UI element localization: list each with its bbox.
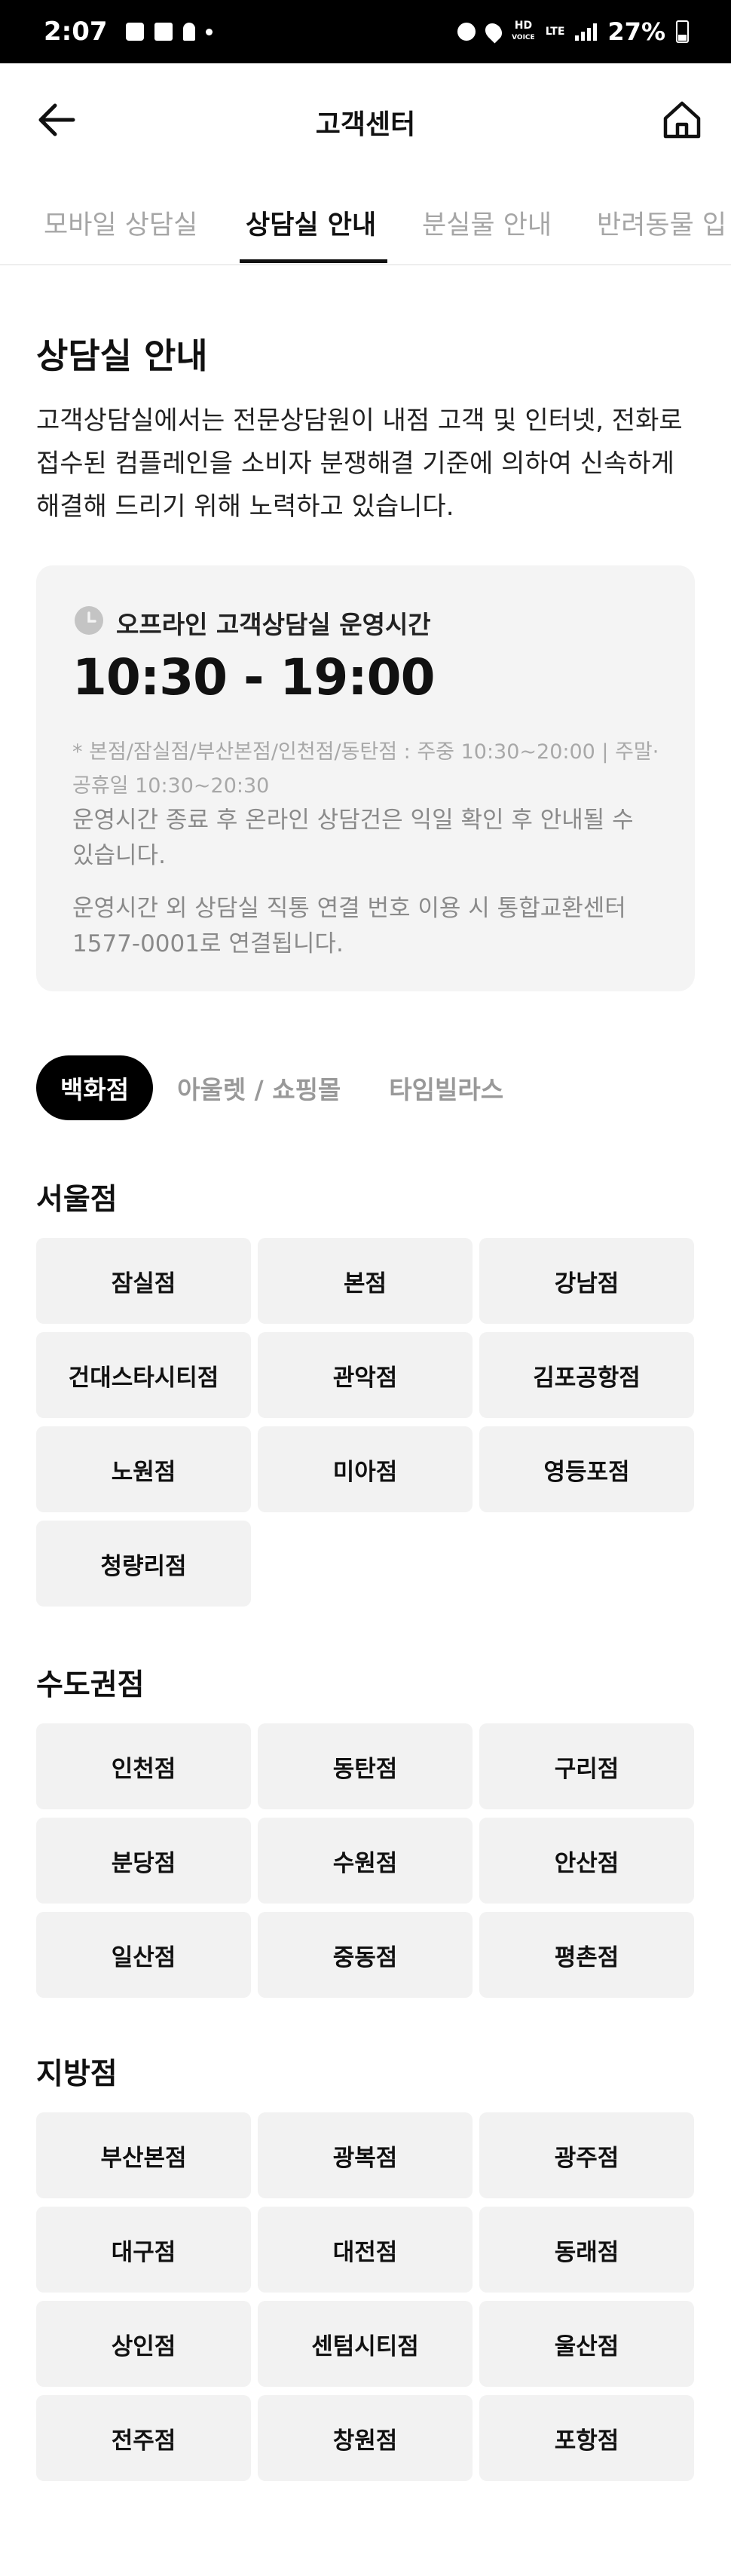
store-button[interactable]: 동래점 [479, 2207, 694, 2293]
store-grid-provincial: 부산본점 광복점 광주점대구점 대전점 동래점상인점 센텀시티점 울산점전주점 창원점 포항점 [36, 2112, 695, 2481]
lte-label: LTE [545, 26, 565, 38]
voice-label: VOICE [512, 34, 535, 41]
store-button[interactable]: 광주점 [479, 2112, 694, 2198]
store-button[interactable]: 대구점 [36, 2207, 251, 2293]
hd-voice-indicator: HD VOICE [512, 20, 535, 43]
store-button[interactable]: 청량리점 [36, 1521, 251, 1607]
location-icon [482, 20, 506, 44]
store-button[interactable]: 수원점 [258, 1818, 473, 1904]
store-grid-capital-area: 인천점 동탄점 구리점분당점 수원점 안산점일산점 중동점 평촌점 [36, 1723, 695, 1998]
store-button[interactable]: 인천점 [36, 1723, 251, 1809]
store-button[interactable]: 상인점 [36, 2301, 251, 2387]
store-button[interactable]: 울산점 [479, 2301, 694, 2387]
category-time-villas[interactable]: 타임빌라스 [365, 1055, 528, 1120]
hours-exception-note: * 본점/잠실점/부산본점/인천점/동탄점 : 주중 10:30~20:00 |… [72, 740, 659, 798]
store-button[interactable]: 김포공항점 [479, 1332, 694, 1418]
after-hours-note: 운영시간 종료 후 온라인 상담건은 익일 확인 후 안내될 수 있습니다. [72, 807, 634, 869]
store-button[interactable]: 구리점 [479, 1723, 694, 1809]
store-button[interactable]: 미아점 [258, 1426, 473, 1512]
battery-level: 27% [607, 17, 665, 46]
signal-icon [575, 23, 598, 41]
store-button[interactable]: 안산점 [479, 1818, 694, 1904]
hours-label: 오프라인 고객상담실 운영시간 [116, 610, 431, 639]
clock-icon [75, 606, 103, 635]
store-button[interactable]: 일산점 [36, 1912, 251, 1998]
hours-value: 10:30 - 19:00 [72, 648, 436, 706]
store-grid-seoul: 잠실점 본점 강남점건대스타시티점 관악점 김포공항점노원점 미아점 영등포점청량리점 [36, 1238, 695, 1607]
direct-line-note: 운영시간 외 상담실 직통 연결 번호 이용 시 통합교환센터 1577-000… [72, 895, 626, 957]
alarm-icon [457, 23, 476, 41]
battery-icon [676, 20, 689, 43]
section-description: 고객상담실에서는 전문상담원이 내점 고객 및 인터넷, 전화로 접수된 컴플레… [36, 406, 683, 522]
store-button[interactable]: 분당점 [36, 1818, 251, 1904]
region-title-capital-area: 수도권점 [36, 1668, 145, 1702]
region-title-seoul: 서울점 [36, 1183, 118, 1217]
status-bar: 2:07 HD VOICE LTE 27% [0, 0, 731, 63]
store-button[interactable]: 평촌점 [479, 1912, 694, 1998]
hours-info-card: 오프라인 고객상담실 운영시간 10:30 - 19:00 * 본점/잠실점/부… [36, 565, 695, 991]
store-button[interactable]: 센텀시티점 [258, 2301, 473, 2387]
store-button[interactable]: 관악점 [258, 1332, 473, 1418]
store-button[interactable]: 중동점 [258, 1912, 473, 1998]
store-button[interactable]: 대전점 [258, 2207, 473, 2293]
home-button[interactable] [656, 93, 708, 146]
category-filter: 백화점 아울렛 / 쇼핑몰 타임빌라스 [36, 1055, 528, 1120]
tab-bar: 모바일 상담실 상담실 안내 분실물 안내 반려동물 입 [0, 176, 731, 265]
store-button[interactable]: 영등포점 [479, 1426, 694, 1512]
store-button[interactable]: 노원점 [36, 1426, 251, 1512]
hd-label: HD [514, 20, 533, 32]
store-button[interactable]: 강남점 [479, 1238, 694, 1324]
status-time: 2:07 [44, 17, 108, 47]
store-button[interactable]: 본점 [258, 1238, 473, 1324]
status-notification-icons [125, 23, 213, 41]
tab-lost-found[interactable]: 분실물 안내 [422, 204, 552, 242]
card-icon [154, 23, 173, 41]
tab-counsel-info[interactable]: 상담실 안내 [246, 204, 376, 242]
page-title: 고객센터 [315, 109, 416, 140]
home-icon [663, 101, 701, 139]
gallery-icon [125, 23, 144, 41]
store-button[interactable]: 포항점 [479, 2395, 694, 2481]
category-outlet-mall[interactable]: 아울렛 / 쇼핑몰 [153, 1055, 365, 1120]
more-notifications-icon [205, 28, 213, 35]
store-button[interactable]: 동탄점 [258, 1723, 473, 1809]
category-department-store[interactable]: 백화점 [36, 1055, 154, 1120]
store-button[interactable]: 전주점 [36, 2395, 251, 2481]
tab-mobile-counsel[interactable]: 모바일 상담실 [44, 204, 197, 242]
tab-pet[interactable]: 반려동물 입 [597, 204, 726, 242]
store-button[interactable]: 창원점 [258, 2395, 473, 2481]
section-title: 상담실 안내 [36, 335, 208, 376]
keyhole-icon [182, 23, 195, 41]
store-button[interactable]: 부산본점 [36, 2112, 251, 2198]
store-button[interactable]: 광복점 [258, 2112, 473, 2198]
app-header: 고객센터 [0, 63, 731, 176]
store-button[interactable]: 잠실점 [36, 1238, 251, 1324]
status-system-icons: HD VOICE LTE 27% [457, 17, 689, 46]
store-button[interactable]: 건대스타시티점 [36, 1332, 251, 1418]
region-title-provincial: 지방점 [36, 2057, 118, 2091]
active-tab-indicator [240, 259, 387, 263]
